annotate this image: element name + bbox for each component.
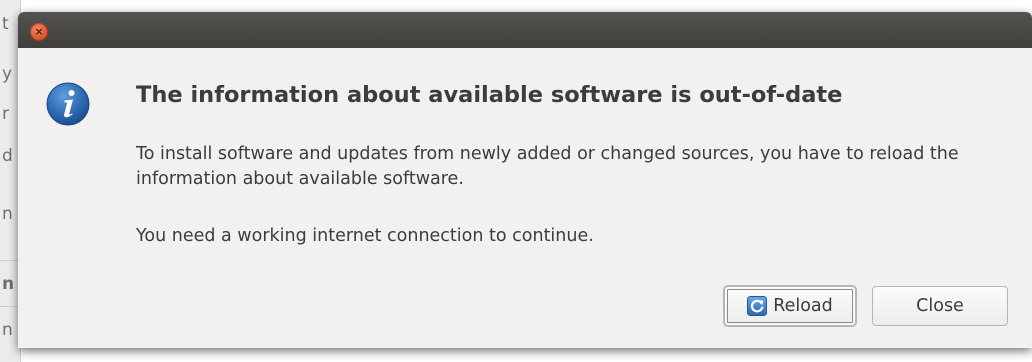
reload-icon <box>747 296 768 316</box>
dialog-connection-note: You need a working internet connection t… <box>136 226 594 246</box>
close-button[interactable]: Close <box>872 286 1008 326</box>
reload-button-label: Reload <box>773 296 833 316</box>
dialog-message: To install software and updates from new… <box>136 144 959 189</box>
info-icon <box>46 82 90 126</box>
background-divider <box>0 260 18 261</box>
background-text-fragment: d <box>2 146 13 166</box>
background-text-fragment: r <box>2 104 9 124</box>
update-info-dialog: × The information about available softwa… <box>18 12 1032 348</box>
background-text-fragment: n <box>2 274 15 294</box>
background-text-fragment: y <box>2 64 13 84</box>
titlebar-close-button[interactable]: × <box>30 23 48 41</box>
background-divider <box>0 306 18 307</box>
dialog-heading: The information about available software… <box>136 82 843 108</box>
reload-button[interactable]: Reload <box>724 286 856 326</box>
background-text-fragment: n <box>2 320 13 340</box>
background-text-fragment: t <box>2 14 9 34</box>
close-button-label: Close <box>916 296 964 316</box>
dialog-titlebar[interactable]: × <box>18 12 1032 48</box>
background-text-fragment: n <box>2 204 13 224</box>
